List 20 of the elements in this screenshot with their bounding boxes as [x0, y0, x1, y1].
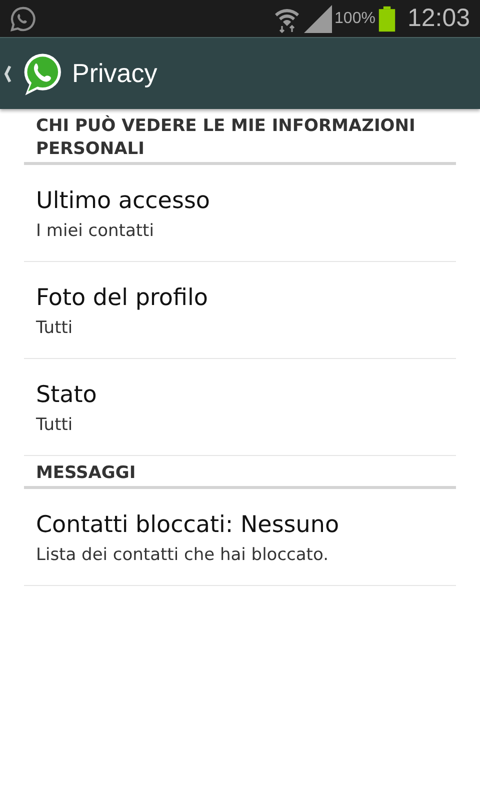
preference-item[interactable]: Stato Tutti [24, 359, 456, 456]
item-title: Foto del profilo [36, 284, 209, 313]
signal-icon [304, 4, 332, 32]
clock: 12:03 [407, 4, 470, 33]
item-summary: Lista dei contatti che hai bloccato. [36, 544, 330, 567]
preference-item[interactable]: Ultimo accesso I miei contatti [24, 165, 456, 262]
battery-icon [378, 6, 396, 32]
preference-item[interactable]: Foto del profilo Tutti [24, 262, 456, 359]
section-header: CHI PUÒ VEDERE LE MIE INFORMAZIONI PERSONALI [24, 109, 456, 165]
battery-percent: 100% [334, 10, 376, 28]
screen-title: Privacy [72, 58, 158, 89]
item-title: Contatti bloccati: Nessuno [36, 511, 340, 540]
section-header: MESSAGGI [24, 456, 456, 489]
item-title: Stato [36, 381, 98, 410]
item-summary: Tutti [36, 414, 74, 437]
item-summary: I miei contatti [36, 220, 155, 243]
chat-bubble-icon [10, 6, 36, 32]
item-summary: Tutti [36, 317, 74, 340]
item-title: Ultimo accesso [36, 187, 211, 216]
preference-item[interactable]: Contatti bloccati: Nessuno Lista dei contatti che hai bloccato. [24, 489, 456, 586]
